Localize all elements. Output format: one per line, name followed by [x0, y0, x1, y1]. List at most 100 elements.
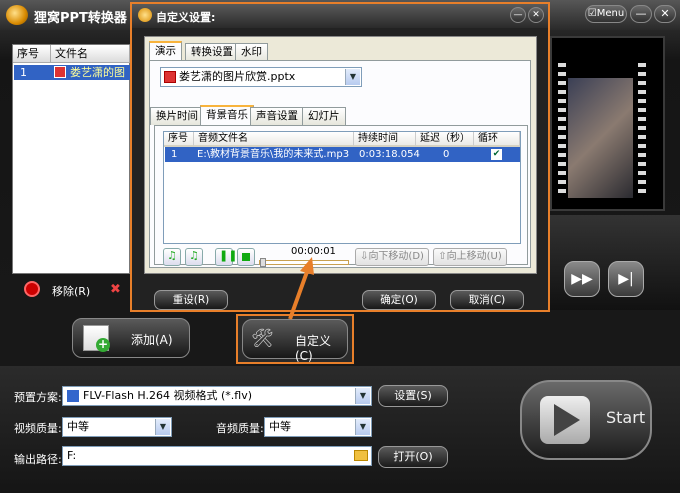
folder-icon[interactable] — [354, 450, 368, 461]
row-filename: 娄艺潇的图 — [70, 66, 125, 79]
chevron-down-icon: ▼ — [355, 419, 370, 435]
dialog-close-button[interactable]: ✕ — [528, 7, 544, 23]
menu-button[interactable]: ☑Menu — [585, 5, 627, 23]
annotation-arrow-icon — [288, 257, 314, 320]
column-header-audio-file[interactable]: 音频文件名 — [194, 132, 354, 147]
subtab-background-music[interactable]: 背景音乐 — [200, 105, 254, 125]
cell-audio-file: E:\教材背景音乐\我的未来式.mp3 — [197, 149, 350, 160]
player-controls: ▶▶ ▶| — [548, 215, 680, 310]
start-button[interactable]: Start — [520, 380, 652, 460]
app-title: 狸窝PPT转换器 — [34, 11, 127, 26]
audio-table[interactable]: 序号 音频文件名 持续时间 延迟（秒） 循环 1 E:\教材背景音乐\我的未来式… — [163, 131, 521, 244]
clear-list-icon[interactable]: ✖ — [110, 282, 121, 297]
minimize-button[interactable]: — — [630, 5, 652, 23]
preview-area — [550, 36, 665, 211]
dialog-title-bar: 自定义设置: — ✕ — [132, 4, 548, 28]
column-header-loop[interactable]: 循环 — [474, 132, 520, 147]
start-label: Start — [606, 408, 646, 427]
cell-duration: 0:03:18.054 — [359, 149, 420, 160]
audio-quality-label: 音频质量: — [216, 422, 264, 435]
audio-quality-select[interactable]: 中等 ▼ — [264, 417, 372, 437]
video-quality-select[interactable]: 中等 ▼ — [62, 417, 172, 437]
customize-button[interactable]: 🛠 自定义(C) — [242, 319, 348, 363]
custom-settings-dialog: 自定义设置: — ✕ 演示 转换设置 水印 娄艺潇的图片欣赏.pptx ▼ 换片… — [130, 2, 550, 312]
music-add-icon: ♫ — [167, 249, 177, 262]
app-logo-icon — [6, 5, 28, 25]
output-path-field[interactable]: F: — [62, 446, 372, 466]
pause-button[interactable]: ❚❚ — [215, 248, 237, 266]
file-list[interactable]: 序号 文件名 1 娄艺潇的图 — [12, 44, 130, 274]
tab-conversion-settings[interactable]: 转换设置 — [185, 43, 239, 61]
output-path-value: F: — [67, 449, 77, 462]
ppt-file-icon — [164, 71, 176, 83]
preset-settings-button[interactable]: 设置(S) — [378, 385, 448, 407]
add-button[interactable]: + 添加(A) — [72, 318, 190, 358]
tools-icon: 🛠 — [251, 328, 274, 349]
preview-image — [568, 78, 633, 198]
add-audio-button[interactable]: ♫ — [163, 248, 181, 266]
chevron-down-icon: ▼ — [355, 388, 370, 404]
customize-button-label: 自定义(C) — [295, 334, 332, 363]
audio-quality-value: 中等 — [269, 420, 291, 433]
play-arrow-icon — [540, 396, 590, 444]
slider-thumb[interactable] — [260, 258, 266, 267]
cell-index: 1 — [171, 149, 178, 160]
pause-icon: ❚❚ — [219, 249, 238, 262]
ppt-file-value: 娄艺潇的图片欣赏.pptx — [179, 70, 296, 83]
subtab-slides[interactable]: 幻灯片 — [302, 107, 346, 125]
stop-button[interactable] — [237, 248, 255, 266]
output-path-label: 输出路径: — [14, 453, 62, 466]
reset-button[interactable]: 重设(R) — [154, 290, 228, 310]
table-row[interactable]: 1 E:\教材背景音乐\我的未来式.mp3 0:03:18.054 0 ✔ — [165, 147, 520, 162]
film-strip — [558, 58, 566, 198]
preset-select[interactable]: FLV-Flash H.264 视频格式 (*.flv) ▼ — [62, 386, 372, 406]
subtab-slide-timing[interactable]: 换片时间 — [150, 107, 204, 125]
arrow-up-icon: ⇧ — [438, 251, 447, 262]
preset-label: 预置方案: — [14, 391, 62, 404]
list-item[interactable]: 1 娄艺潇的图 — [14, 65, 130, 80]
remove-audio-button[interactable]: ♫ — [185, 248, 203, 266]
move-down-button[interactable]: ⇩向下移动(D) — [355, 248, 429, 266]
chevron-down-icon: ▼ — [155, 419, 170, 435]
dialog-logo-icon — [138, 8, 152, 22]
chevron-down-icon: ▼ — [345, 69, 360, 85]
cancel-button[interactable]: 取消(C) — [450, 290, 524, 310]
move-up-label: 向上移动(U) — [446, 251, 502, 262]
format-icon — [67, 390, 79, 402]
music-remove-icon: ♫ — [189, 249, 199, 262]
column-header-duration[interactable]: 持续时间 — [354, 132, 416, 147]
tab-watermark[interactable]: 水印 — [235, 43, 268, 61]
open-folder-button[interactable]: 打开(O) — [378, 446, 448, 468]
move-up-button[interactable]: ⇧向上移动(U) — [433, 248, 507, 266]
cell-delay: 0 — [443, 149, 450, 160]
remove-icon[interactable] — [24, 281, 40, 297]
dialog-minimize-button[interactable]: — — [510, 7, 526, 23]
add-button-label: 添加(A) — [131, 333, 173, 347]
fast-forward-button[interactable]: ▶▶ — [564, 261, 600, 297]
ppt-file-select[interactable]: 娄艺潇的图片欣赏.pptx ▼ — [160, 67, 362, 87]
ok-button[interactable]: 确定(O) — [362, 290, 436, 310]
preset-value: FLV-Flash H.264 视频格式 (*.flv) — [83, 389, 253, 402]
column-header-delay[interactable]: 延迟（秒） — [416, 132, 474, 147]
add-file-icon: + — [83, 325, 110, 352]
column-header-index[interactable]: 序号 — [13, 45, 51, 63]
close-button[interactable]: ✕ — [654, 5, 676, 23]
loop-checkbox[interactable]: ✔ — [491, 149, 502, 160]
tab-page: 娄艺潇的图片欣赏.pptx ▼ 换片时间 背景音乐 声音设置 幻灯片 序号 音频… — [149, 60, 531, 268]
stop-icon — [242, 253, 250, 261]
video-quality-value: 中等 — [67, 420, 89, 433]
next-icon: ▶| — [618, 271, 634, 287]
remove-button[interactable]: 移除(R) — [52, 283, 90, 299]
row-index: 1 — [20, 66, 27, 79]
menu-label: Menu — [596, 8, 625, 19]
column-header-filename[interactable]: 文件名 — [51, 45, 130, 63]
next-button[interactable]: ▶| — [608, 261, 644, 297]
film-strip — [638, 58, 646, 198]
column-header-index[interactable]: 序号 — [164, 132, 194, 147]
dialog-content: 演示 转换设置 水印 娄艺潇的图片欣赏.pptx ▼ 换片时间 背景音乐 声音设… — [144, 36, 537, 274]
subtab-sound-settings[interactable]: 声音设置 — [250, 107, 304, 125]
music-page: 序号 音频文件名 持续时间 延迟（秒） 循环 1 E:\教材背景音乐\我的未来式… — [154, 125, 528, 267]
ppt-file-icon — [54, 66, 66, 78]
move-down-label: 向下移动(D) — [368, 251, 424, 262]
tab-presentation[interactable]: 演示 — [149, 41, 182, 61]
